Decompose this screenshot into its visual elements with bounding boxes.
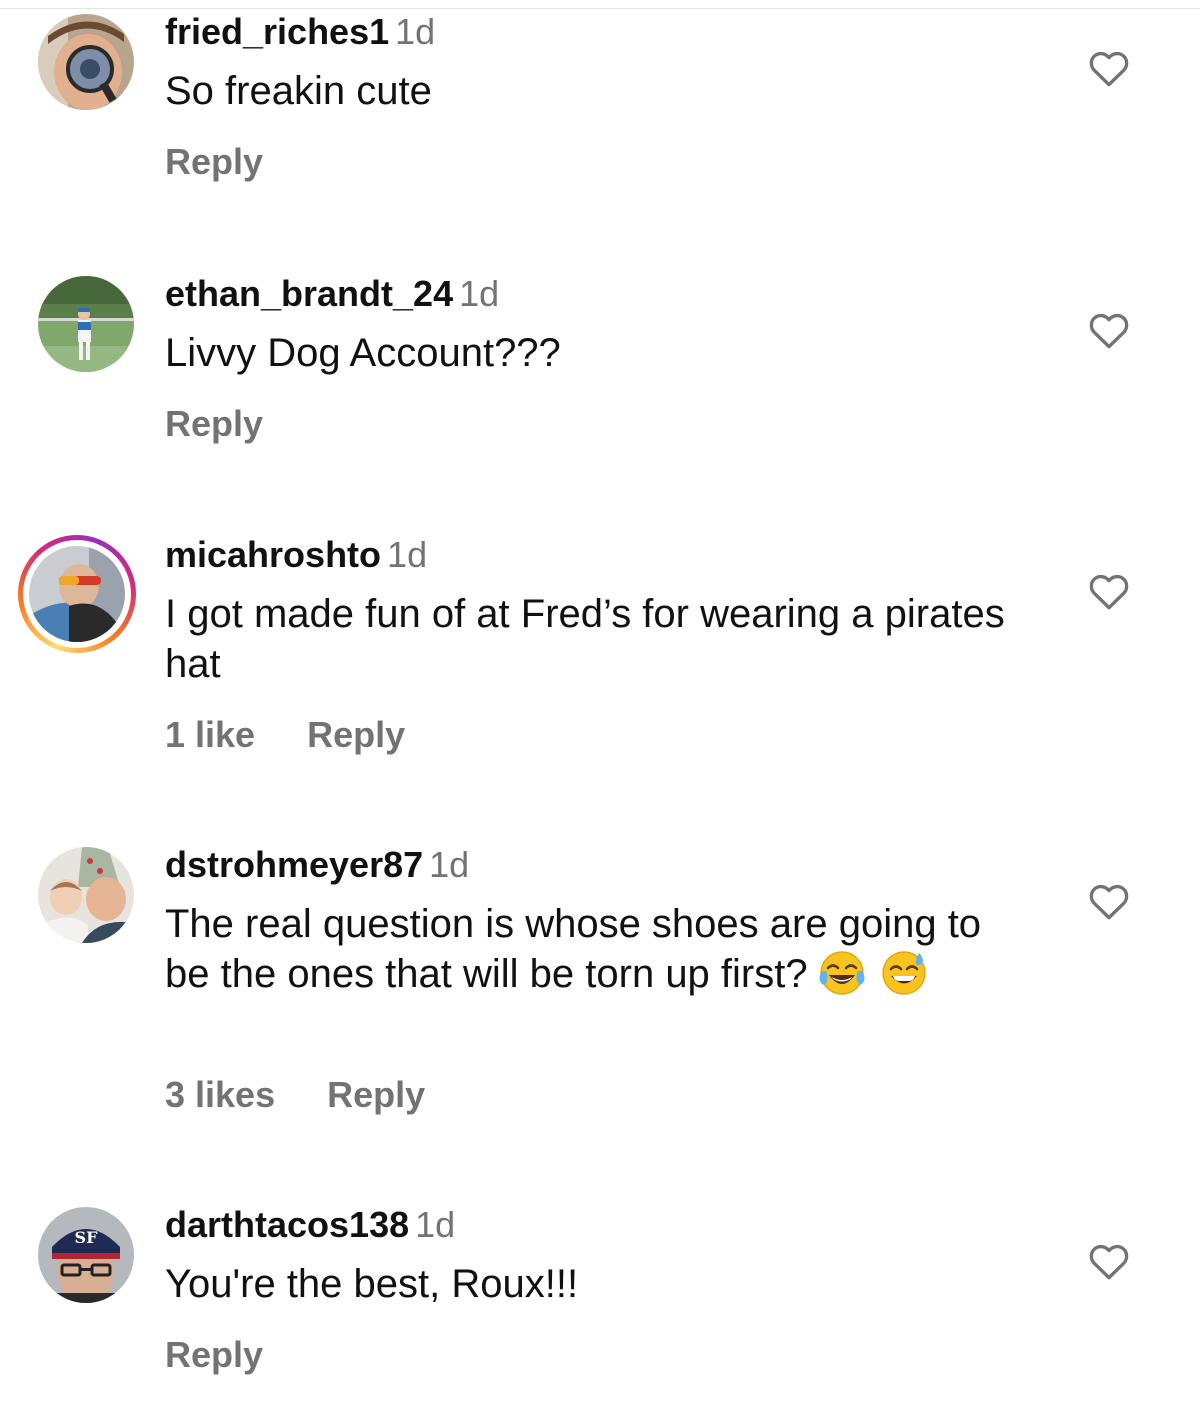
- comment-actions: 3 likes Reply: [165, 1073, 425, 1117]
- comment-actions: Reply: [165, 140, 263, 184]
- comment-meta: fried_riches1 1d: [165, 10, 435, 54]
- heart-outline-icon[interactable]: [1088, 48, 1130, 88]
- comment-text: So freakin cute: [165, 69, 432, 113]
- comment-text: I got made fun of at Fred’s for wearing …: [165, 592, 1005, 686]
- timestamp: 1d: [387, 534, 428, 575]
- username[interactable]: fried_riches1: [165, 11, 389, 52]
- timestamp: 1d: [459, 273, 500, 314]
- reply-button[interactable]: Reply: [165, 1334, 263, 1375]
- avatar[interactable]: [38, 847, 134, 943]
- comment-text: Livvy Dog Account???: [165, 331, 561, 375]
- timestamp: 1d: [415, 1204, 456, 1245]
- comment-text: You're the best, Roux!!!: [165, 1262, 579, 1306]
- comment-meta: ethan_brandt_24 1d: [165, 272, 499, 316]
- story-ring[interactable]: [18, 535, 136, 653]
- likes-count[interactable]: 3 likes: [165, 1074, 275, 1115]
- username[interactable]: dstrohmeyer87: [165, 844, 423, 885]
- comment-actions: Reply: [165, 402, 263, 446]
- reply-button[interactable]: Reply: [307, 714, 405, 755]
- svg-text:SF: SF: [75, 1228, 99, 1247]
- comment-actions: Reply: [165, 1333, 263, 1377]
- face-with-tears-of-joy-emoji: [819, 951, 865, 995]
- heart-outline-icon[interactable]: [1088, 881, 1130, 921]
- heart-outline-icon[interactable]: [1088, 1241, 1130, 1281]
- grinning-face-with-sweat-emoji: [881, 951, 926, 995]
- comment-meta: dstrohmeyer87 1d: [165, 843, 469, 887]
- avatar[interactable]: [38, 14, 134, 110]
- timestamp: 1d: [395, 11, 436, 52]
- avatar[interactable]: [29, 546, 125, 642]
- top-divider: [0, 8, 1200, 9]
- avatar[interactable]: SF: [38, 1207, 134, 1303]
- avatar[interactable]: [38, 276, 134, 372]
- reply-button[interactable]: Reply: [327, 1074, 425, 1115]
- comment-text: The real question is whose shoes are goi…: [165, 899, 1025, 999]
- heart-outline-icon[interactable]: [1088, 571, 1130, 611]
- comment-meta: darthtacos138 1d: [165, 1203, 455, 1247]
- comment-actions: 1 like Reply: [165, 713, 405, 757]
- timestamp: 1d: [429, 844, 470, 885]
- reply-button[interactable]: Reply: [165, 141, 263, 182]
- username[interactable]: micahroshto: [165, 534, 381, 575]
- reply-button[interactable]: Reply: [165, 403, 263, 444]
- username[interactable]: ethan_brandt_24: [165, 273, 453, 314]
- likes-count[interactable]: 1 like: [165, 714, 255, 755]
- comment-meta: micahroshto 1d: [165, 533, 427, 577]
- heart-outline-icon[interactable]: [1088, 310, 1130, 350]
- username[interactable]: darthtacos138: [165, 1204, 409, 1245]
